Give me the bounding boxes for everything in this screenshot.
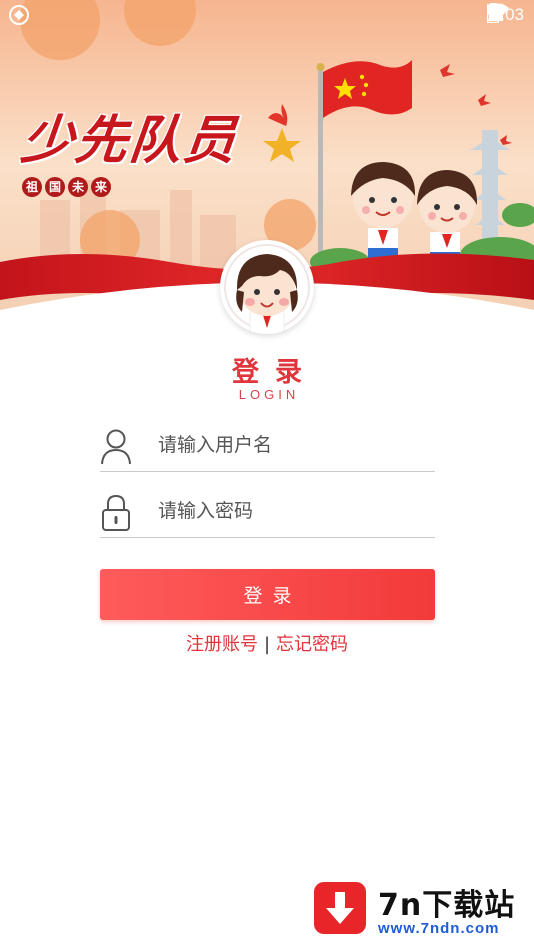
app-logo-icon bbox=[8, 4, 30, 26]
password-field bbox=[100, 488, 435, 538]
user-icon bbox=[100, 426, 132, 466]
download-arrow-icon bbox=[314, 882, 366, 934]
watermark-url: www.7ndn.com bbox=[378, 920, 500, 937]
status-bar: 5:03 bbox=[0, 0, 534, 30]
username-input[interactable] bbox=[158, 428, 428, 462]
username-field bbox=[100, 422, 435, 472]
password-input[interactable] bbox=[158, 494, 428, 528]
forgot-password-link[interactable]: 忘记密码 bbox=[276, 634, 348, 655]
battery-icon bbox=[486, 3, 499, 23]
hero-subtitle: 祖 国 未 来 bbox=[22, 177, 111, 197]
hero-subtitle-char: 祖 bbox=[22, 177, 42, 197]
status-icons: 5:03 bbox=[486, 3, 524, 27]
register-link[interactable]: 注册账号 bbox=[186, 634, 258, 655]
hero-subtitle-char: 未 bbox=[68, 177, 88, 197]
watermark: 7n下载站 www.7ndn.com bbox=[300, 866, 534, 950]
avatar bbox=[220, 240, 314, 334]
hero-subtitle-char: 来 bbox=[91, 177, 111, 197]
auth-links: 注册账号 | 忘记密码 bbox=[0, 630, 534, 656]
hero-title: 少先队员 bbox=[18, 111, 241, 171]
login-button[interactable]: 登录 bbox=[100, 569, 435, 620]
avatar-illustration bbox=[223, 243, 311, 334]
login-title: 登录 bbox=[232, 357, 318, 388]
watermark-title: 7n下载站 bbox=[378, 888, 516, 923]
lock-icon bbox=[100, 492, 132, 532]
hero-subtitle-char: 国 bbox=[45, 177, 65, 197]
login-subtitle: LOGIN bbox=[238, 387, 300, 402]
link-separator: | bbox=[263, 634, 271, 655]
